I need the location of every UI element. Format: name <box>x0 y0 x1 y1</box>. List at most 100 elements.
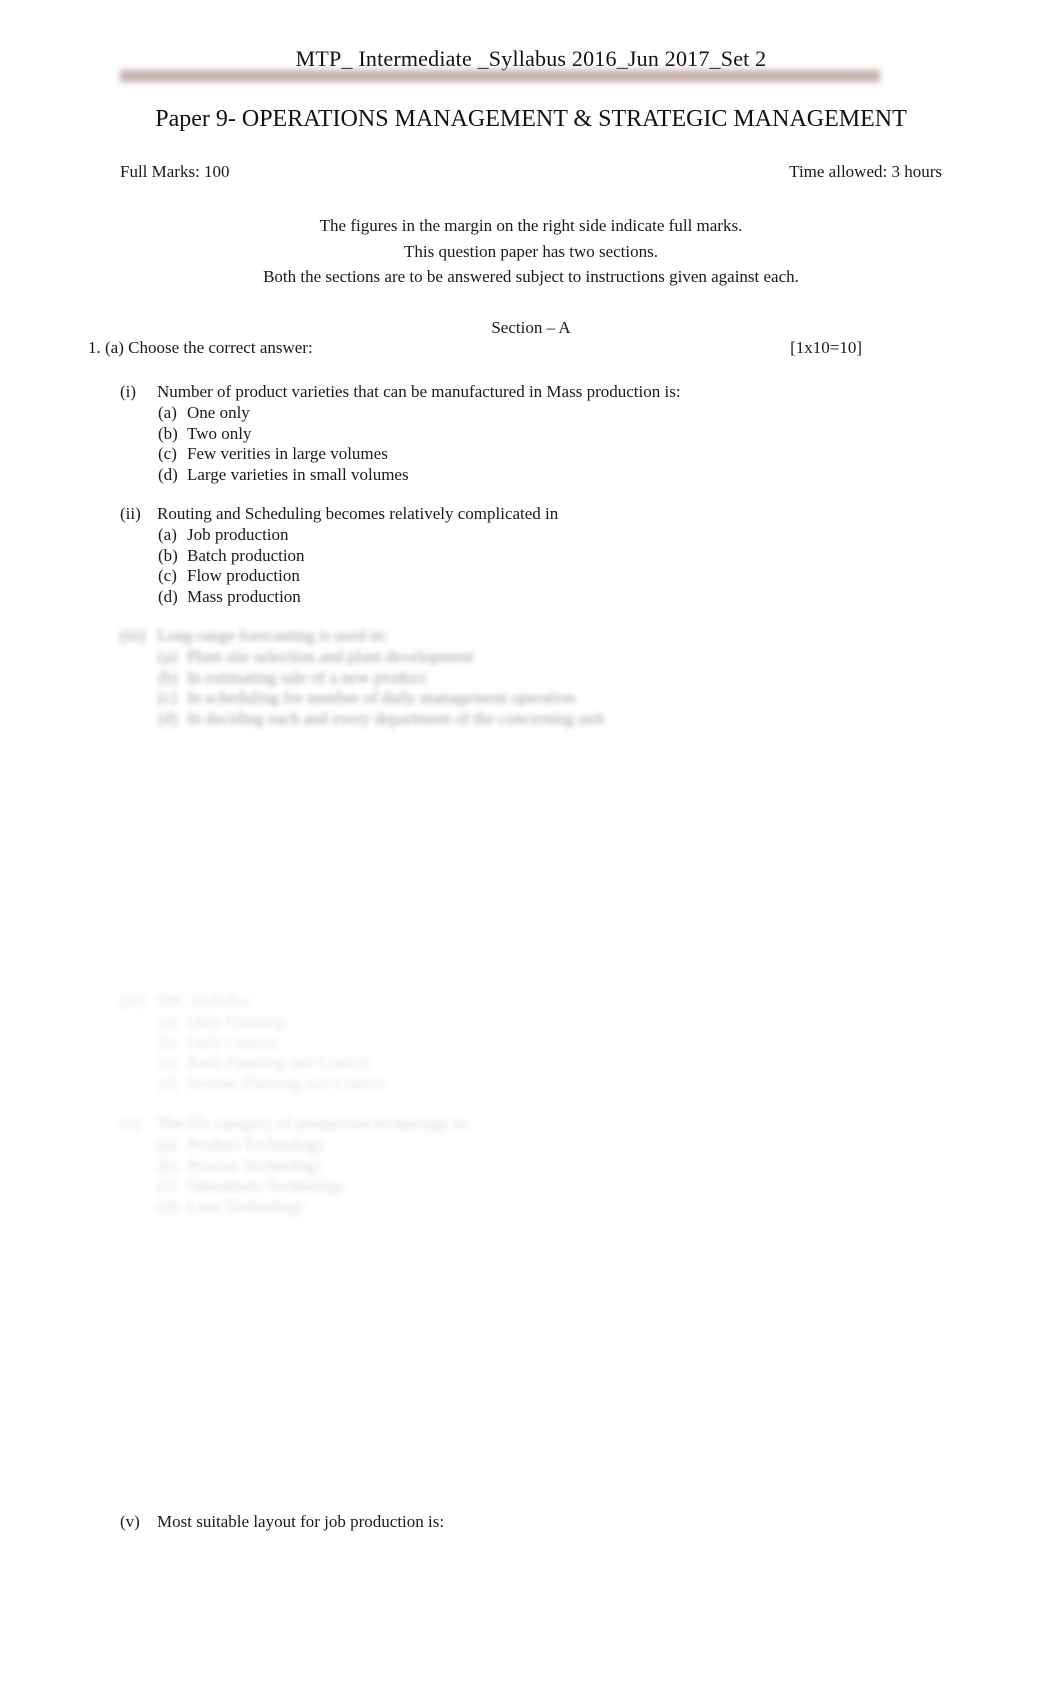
mcq-number: (ii) <box>120 504 141 523</box>
mcq-option: (b) Two only <box>120 424 980 445</box>
mcq-option: (b) Batch production <box>120 546 980 567</box>
mcq-option: (a) Job production <box>120 525 980 546</box>
mcq-option-letter: (d) <box>158 464 178 484</box>
mcq-item-illegible: (iv) PPC includes: (a) Only Planning (b)… <box>120 990 980 1094</box>
instruction-line: The figures in the margin on the right s… <box>319 216 743 235</box>
mcq-option-letter: (b) <box>158 667 178 687</box>
mcq-option-letter: (a) <box>158 647 177 666</box>
mcq-option: (c) In scheduling for number of daily ma… <box>120 688 980 709</box>
mcq-option: (d) Lean Technology <box>120 1197 980 1218</box>
mcq-number: (iv) <box>120 991 145 1010</box>
mcq-stem-text: The life category of production technolo… <box>157 1114 470 1133</box>
mcq-option-text: One only <box>187 403 250 422</box>
mcq-stem-text: Long range forecasting is used in: <box>157 626 388 645</box>
mcq-stem: (v) The life category of production tech… <box>120 1113 980 1134</box>
mcq-option-text: In deciding each and every department of… <box>187 708 605 728</box>
mcq-option-letter: (b) <box>158 1032 178 1052</box>
mcq-stem-text: Most suitable layout for job production … <box>157 1512 445 1531</box>
mcq-option: (a) Plant site selection and plant devel… <box>120 647 980 668</box>
mcq-option-letter: (b) <box>158 1155 178 1175</box>
mcq-item: (i) Number of product varieties that can… <box>120 381 980 485</box>
mcq-option-letter: (c) <box>158 444 177 463</box>
mcq-option-letter: (c) <box>158 566 177 585</box>
mcq-stem: (v) Most suitable layout for job product… <box>120 1511 980 1532</box>
mcq-option-text: Plant site selection and plant developme… <box>187 647 474 666</box>
mcq-option-letter: (b) <box>158 545 178 565</box>
mcq-option-text: Mass production <box>187 586 301 606</box>
mcq-option: (d) In deciding each and every departmen… <box>120 709 980 730</box>
mcq-option-letter: (a) <box>158 1012 177 1031</box>
mcq-options: (a) Job production (b) Batch production … <box>120 525 980 607</box>
mcq-option-letter: (d) <box>158 586 178 606</box>
time-allowed: Time allowed: 3 hours <box>789 162 942 181</box>
mcq-item-illegible: (v) The life category of production tech… <box>120 1113 980 1217</box>
mcq-option-letter: (a) <box>158 525 177 544</box>
mcq-option: (b) Process Technology <box>120 1156 980 1177</box>
mcq-option: (c) Few verities in large volumes <box>120 444 980 465</box>
mcq-option-text: Few verities in large volumes <box>187 444 388 463</box>
mcq-option: (c) Operations Technology <box>120 1176 980 1197</box>
mcq-number: (v) <box>120 1512 140 1531</box>
mcq-option-text: Operations Technology <box>187 1176 346 1195</box>
mcq-option-letter: (d) <box>158 1073 178 1093</box>
mcq-option-letter: (a) <box>158 1135 177 1154</box>
mcq-option-text: Lean Technology <box>187 1196 305 1216</box>
section-heading: Section – A <box>491 318 571 337</box>
mcq-stem: (ii) Routing and Scheduling becomes rela… <box>120 503 980 524</box>
mcq-option: (d) Neither Planning nor Control <box>120 1074 980 1095</box>
mcq-option-letter: (c) <box>158 1053 177 1072</box>
mcq-option-text: Job production <box>187 525 289 544</box>
mcq-option-text: Neither Planning nor Control <box>187 1073 386 1093</box>
mcq-number: (i) <box>120 382 137 401</box>
mcq-option: (a) Product Technology <box>120 1135 980 1156</box>
mcq-option: (d) Large varieties in small volumes <box>120 465 980 486</box>
mcq-option: (a) Only Planning <box>120 1012 980 1033</box>
mcq-option-letter: (d) <box>158 1196 178 1216</box>
mcq-item: (v) Most suitable layout for job product… <box>120 1511 980 1532</box>
mcq-options: (a) Plant site selection and plant devel… <box>120 647 980 729</box>
mcq-option-text: Flow production <box>187 566 300 585</box>
mcq-number: (iii) <box>120 626 146 645</box>
mcq-stem-text: PPC includes: <box>157 991 253 1010</box>
running-head: MTP_ Intermediate _Syllabus 2016_Jun 201… <box>295 46 767 71</box>
mcq-option-text: Only Control <box>187 1032 278 1052</box>
mcq-option-text: Batch production <box>187 545 305 565</box>
mcq-stem-text: Number of product varieties that can be … <box>157 382 681 401</box>
marks-row: Full Marks: 100 Time allowed: 3 hours <box>120 162 942 182</box>
mcq-stem: (iv) PPC includes: <box>120 990 980 1011</box>
mcq-option-text: Product Technology <box>187 1135 324 1154</box>
question-1a-label: 1. (a) Choose the correct answer: <box>88 338 313 357</box>
mcq-option: (c) Both Planning and Control <box>120 1053 980 1074</box>
question-1a-marks: [1x10=10] <box>790 338 862 357</box>
mcq-option: (c) Flow production <box>120 566 980 587</box>
mcq-option-letter: (d) <box>158 708 178 728</box>
mcq-option-text: Two only <box>187 423 252 443</box>
mcq-option-letter: (b) <box>158 423 178 443</box>
mcq-item-illegible: (iii) Long range forecasting is used in:… <box>120 625 980 729</box>
mcq-option: (b) Only Control <box>120 1033 980 1054</box>
mcq-option-text: Large varieties in small volumes <box>187 464 409 484</box>
mcq-option-text: Process Technology <box>187 1155 323 1175</box>
mcq-option-text: In estimating sale of a new product <box>187 667 426 687</box>
mcq-stem-text: Routing and Scheduling becomes relativel… <box>157 504 559 523</box>
mcq-option-text: In scheduling for number of daily manage… <box>187 688 576 707</box>
header-rule <box>120 70 880 82</box>
mcq-options: (a) One only (b) Two only (c) Few veriti… <box>120 403 980 485</box>
mcq-option-text: Only Planning <box>187 1012 286 1031</box>
mcq-options: (a) Only Planning (b) Only Control (c) B… <box>120 1012 980 1094</box>
question-1a-row: 1. (a) Choose the correct answer: [1x10=… <box>88 338 862 358</box>
mcq-option: (d) Mass production <box>120 587 980 608</box>
mcq-item: (ii) Routing and Scheduling becomes rela… <box>120 503 980 607</box>
mcq-option-text: Both Planning and Control <box>187 1053 370 1072</box>
instruction-line: Both the sections are to be answered sub… <box>263 267 799 286</box>
mcq-number: (v) <box>120 1114 140 1133</box>
full-marks: Full Marks: 100 <box>120 162 230 181</box>
mcq-option-letter: (c) <box>158 688 177 707</box>
mcq-option-letter: (a) <box>158 403 177 422</box>
paper-title: Paper 9- OPERATIONS MANAGEMENT & STRATEG… <box>155 106 907 132</box>
document-page: MTP_ Intermediate _Syllabus 2016_Jun 201… <box>0 0 1062 1689</box>
instruction-line: This question paper has two sections. <box>403 241 658 261</box>
mcq-stem: (iii) Long range forecasting is used in: <box>120 625 980 646</box>
mcq-option: (b) In estimating sale of a new product <box>120 668 980 689</box>
mcq-stem: (i) Number of product varieties that can… <box>120 381 980 402</box>
